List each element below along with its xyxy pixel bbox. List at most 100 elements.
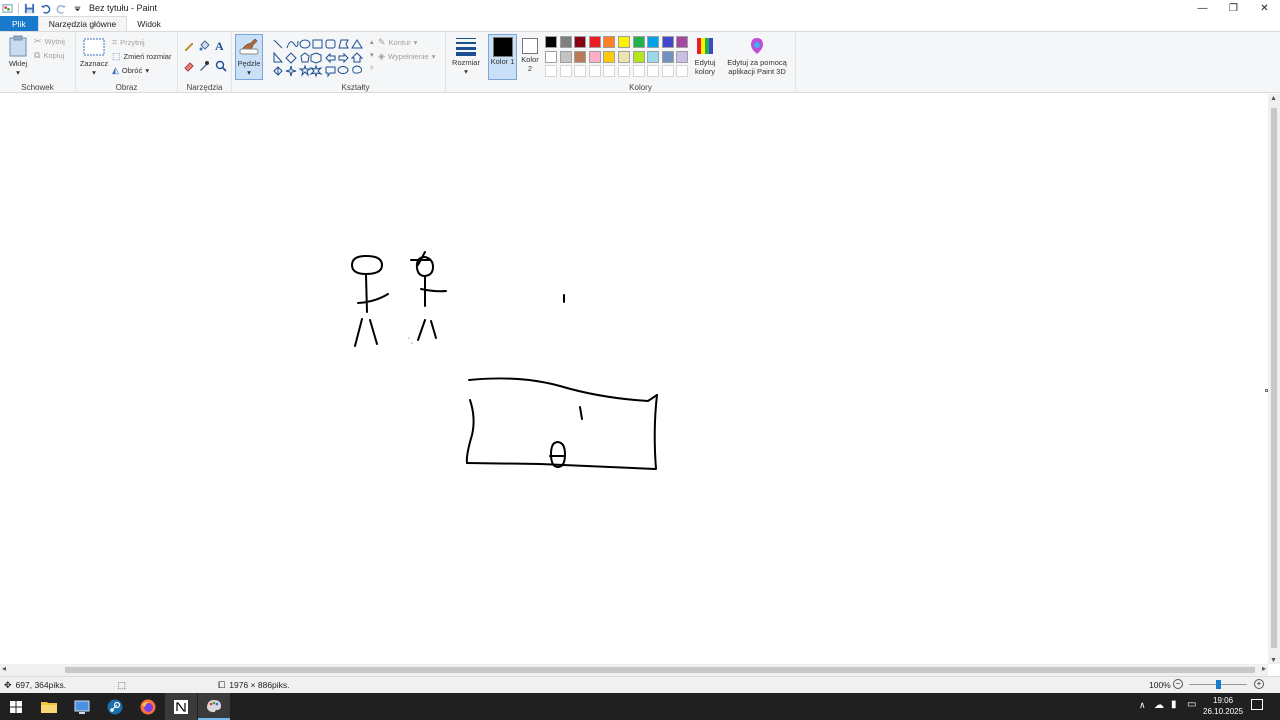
palette-swatch[interactable] xyxy=(559,36,572,48)
palette-swatch[interactable] xyxy=(618,50,630,63)
scroll-left-icon[interactable]: ◂ xyxy=(2,664,6,673)
pencil-icon[interactable] xyxy=(183,40,195,52)
custom-color-slot[interactable] xyxy=(632,65,645,77)
palette-swatch[interactable] xyxy=(603,50,616,63)
color-picker-icon[interactable] xyxy=(198,60,210,72)
palette-swatch[interactable] xyxy=(574,50,587,63)
paint3d-button[interactable]: Edytuj za pomocą aplikacji Paint 3D xyxy=(724,36,790,80)
scroll-up-icon[interactable]: ▲ xyxy=(1270,95,1277,102)
rotate-button[interactable]: ◭ Obróć ▾ xyxy=(112,65,149,76)
zoom-out-icon[interactable]: − xyxy=(1173,679,1183,689)
steam-taskbar-button[interactable] xyxy=(99,693,131,720)
minimize-button[interactable]: — xyxy=(1187,0,1218,16)
clock[interactable]: 19:06 26.10.2025 xyxy=(1203,695,1243,717)
undo-icon[interactable] xyxy=(40,3,51,14)
brushes-button[interactable]: Pędzle ▾ xyxy=(235,34,263,80)
size-label: Rozmiar xyxy=(452,58,480,67)
start-button[interactable] xyxy=(0,693,32,720)
palette-swatch[interactable] xyxy=(661,50,674,63)
network-icon[interactable]: ▭ xyxy=(1187,699,1196,710)
color2-button[interactable]: Kolor 2 xyxy=(519,34,541,80)
color1-button[interactable]: Kolor 1 xyxy=(488,34,517,80)
edit-colors-button[interactable]: Edytuj kolory xyxy=(692,36,718,80)
shapes-scroll[interactable]: ▴ ▾ ▿ xyxy=(370,36,374,75)
outline-button[interactable]: ✎ Kontur ▾ xyxy=(378,37,417,48)
palette-swatch[interactable] xyxy=(545,50,557,63)
notion-taskbar-button[interactable] xyxy=(165,693,197,720)
custom-color-slot[interactable] xyxy=(618,65,630,77)
palette-swatch[interactable] xyxy=(632,36,645,48)
cut-button[interactable]: ✂ Wytnij xyxy=(34,36,65,47)
maximize-button[interactable]: ❐ xyxy=(1218,0,1249,16)
palette-swatch[interactable] xyxy=(676,50,689,63)
palette-swatch[interactable] xyxy=(661,36,674,48)
tab-home[interactable]: Narzędzia główne xyxy=(37,16,128,31)
zoom-slider[interactable] xyxy=(1189,680,1247,689)
text-tool-icon[interactable]: A xyxy=(215,39,224,54)
resize-button[interactable]: ⬚ Zmień rozmiar xyxy=(112,51,171,62)
customize-toolbar-icon[interactable] xyxy=(72,3,83,14)
stick-figure-1-right-leg xyxy=(369,319,378,345)
notion-icon xyxy=(174,699,188,714)
palette-swatch[interactable] xyxy=(588,36,601,48)
save-icon[interactable] xyxy=(24,3,35,14)
crop-button[interactable]: ⌗ Przytnij xyxy=(112,37,145,48)
tab-file[interactable]: Plik xyxy=(0,16,38,31)
app-taskbar-button[interactable] xyxy=(66,693,98,720)
cursor-position-icon: ✥ xyxy=(4,679,12,690)
custom-color-slot[interactable] xyxy=(661,65,674,77)
palette-swatch[interactable] xyxy=(632,50,645,63)
dot-1 xyxy=(408,337,410,339)
custom-color-slot[interactable] xyxy=(588,65,601,77)
custom-color-slot[interactable] xyxy=(574,65,587,77)
show-hidden-icons[interactable]: ∧ xyxy=(1139,700,1146,711)
crop-icon: ⌗ xyxy=(112,37,118,47)
magnifier-icon[interactable] xyxy=(215,60,227,72)
paste-icon xyxy=(9,35,27,57)
tab-view[interactable]: Widok xyxy=(127,16,171,31)
fill-bucket-icon[interactable] xyxy=(198,40,210,52)
fill-button[interactable]: ◈ Wypełnienie ▾ xyxy=(378,51,435,62)
custom-color-slot[interactable] xyxy=(676,65,689,77)
battery-icon[interactable]: ▮ xyxy=(1171,699,1177,710)
zoom-in-icon[interactable]: + xyxy=(1254,679,1264,689)
palette-swatch[interactable] xyxy=(559,50,572,63)
copy-button[interactable]: ⧉ Kopiuj xyxy=(34,50,64,61)
custom-color-slot[interactable] xyxy=(559,65,572,77)
palette-swatch[interactable] xyxy=(647,50,660,63)
size-button[interactable]: Rozmiar ▾ xyxy=(450,36,482,80)
select-button[interactable]: Zaznacz ▾ xyxy=(79,37,109,81)
palette-swatch[interactable] xyxy=(545,36,557,48)
stick-figure-1-arm xyxy=(357,293,389,304)
palette-swatch[interactable] xyxy=(618,36,630,48)
palette-swatch[interactable] xyxy=(647,36,660,48)
eraser-icon[interactable] xyxy=(183,60,195,72)
horizontal-scrollbar[interactable]: ◂ ▸ xyxy=(0,664,1268,676)
palette-swatch[interactable] xyxy=(588,50,601,63)
drawing-canvas[interactable] xyxy=(0,94,1268,664)
vertical-scroll-thumb[interactable] xyxy=(1271,108,1277,648)
paint-taskbar-button[interactable] xyxy=(198,693,230,720)
paste-button[interactable]: Wklej ▾ xyxy=(4,35,32,79)
palette-swatch[interactable] xyxy=(603,36,616,48)
close-button[interactable]: ✕ xyxy=(1249,0,1280,16)
palette-swatch[interactable] xyxy=(676,36,689,48)
custom-color-slot[interactable] xyxy=(545,65,557,77)
notification-center-icon[interactable] xyxy=(1251,699,1263,710)
custom-color-slot[interactable] xyxy=(647,65,660,77)
clock-time: 19:06 xyxy=(1213,696,1234,705)
vertical-scrollbar[interactable]: ▲ ▼ xyxy=(1268,94,1280,664)
fill-icon: ◈ xyxy=(378,51,385,61)
custom-color-slot[interactable] xyxy=(603,65,616,77)
scroll-right-icon[interactable]: ▸ xyxy=(1262,664,1266,673)
scroll-down-icon[interactable]: ▼ xyxy=(1270,657,1277,664)
file-explorer-taskbar-button[interactable] xyxy=(33,693,65,720)
shapes-gallery[interactable] xyxy=(272,38,372,78)
zoom-slider-thumb[interactable] xyxy=(1216,680,1221,689)
firefox-taskbar-button[interactable] xyxy=(132,693,164,720)
onedrive-icon[interactable]: ☁ xyxy=(1154,700,1164,711)
horizontal-scroll-thumb[interactable] xyxy=(65,667,1255,673)
palette-swatch[interactable] xyxy=(574,36,587,48)
redo-icon[interactable] xyxy=(56,3,67,14)
fill-label: Wypełnienie xyxy=(387,52,429,61)
